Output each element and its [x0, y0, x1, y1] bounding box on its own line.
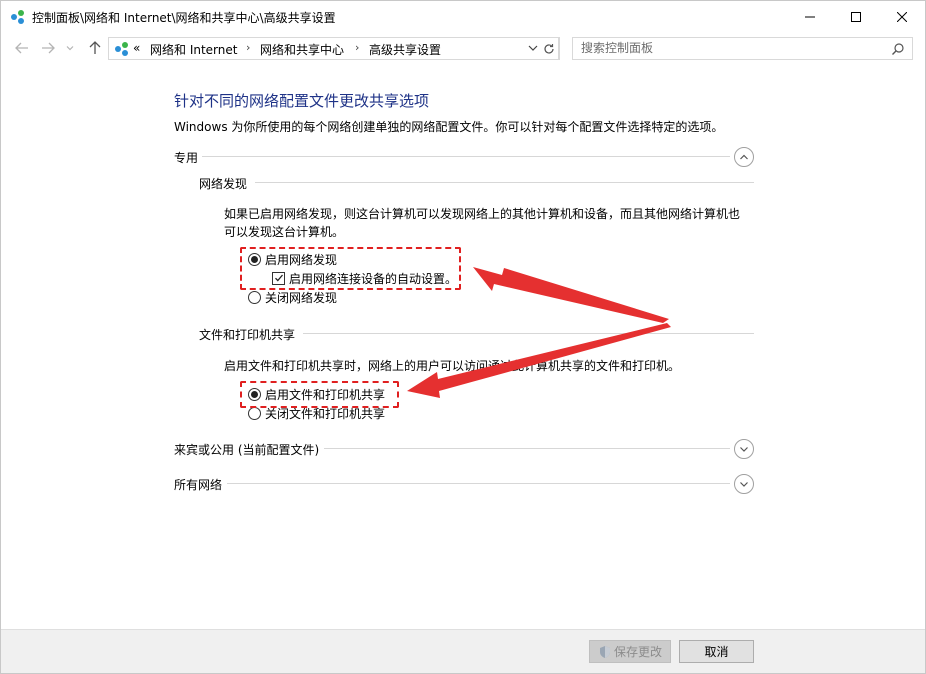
chevron-up-icon	[740, 154, 748, 160]
turn-off-network-discovery-radio[interactable]: 关闭网络发现	[248, 289, 337, 305]
annotation-highlight-box	[240, 247, 461, 290]
advanced-sharing-window: 控制面板\网络和 Internet\网络和共享中心\高级共享设置 « 网络和 I…	[0, 0, 926, 674]
radio-label[interactable]: 关闭网络发现	[265, 289, 337, 306]
back-button[interactable]	[13, 39, 31, 57]
breadcrumb-item[interactable]: 高级共享设置	[369, 41, 441, 58]
close-icon	[897, 11, 907, 22]
breadcrumb-separator[interactable]: ›	[246, 41, 250, 54]
network-discovery-description-line1: 如果已启用网络发现，则这台计算机可以发现网络上的其他计算机和设备，而且其他网络计…	[224, 207, 741, 221]
footer-bar: 保存更改 取消	[1, 629, 925, 673]
chevron-down-icon	[740, 447, 748, 452]
divider	[202, 156, 730, 157]
annotation-arrows	[407, 267, 671, 398]
save-changes-button[interactable]: 保存更改	[589, 640, 671, 663]
chevron-down-icon[interactable]	[526, 41, 540, 55]
recent-locations-button[interactable]	[64, 39, 76, 57]
profile-header-guest-public[interactable]: 来宾或公用 (当前配置文件)	[174, 441, 319, 458]
maximize-icon	[851, 11, 861, 22]
maximize-button[interactable]	[833, 1, 879, 32]
collapse-private-button[interactable]	[734, 147, 754, 167]
arrow-left-icon	[15, 42, 28, 54]
file-printer-sharing-heading: 文件和打印机共享	[199, 328, 296, 342]
search-input[interactable]	[581, 41, 881, 55]
profile-header-all-networks[interactable]: 所有网络	[174, 476, 222, 493]
minimize-icon	[805, 16, 815, 17]
page-description: Windows 为你所使用的每个网络创建单独的网络配置文件。你可以针对每个配置文…	[174, 120, 724, 134]
radio-unselected[interactable]	[248, 406, 261, 420]
arrow-up-icon	[89, 41, 101, 54]
breadcrumb-separator[interactable]: ›	[355, 41, 359, 54]
refresh-button[interactable]	[539, 37, 559, 60]
page-title: 针对不同的网络配置文件更改共享选项	[174, 92, 430, 110]
expand-guest-public-button[interactable]	[734, 439, 754, 459]
title-bar: 控制面板\网络和 Internet\网络和共享中心\高级共享设置	[1, 1, 925, 32]
forward-button[interactable]	[39, 39, 57, 57]
chevron-down-icon	[66, 46, 74, 51]
network-icon	[11, 10, 24, 24]
window-title: 控制面板\网络和 Internet\网络和共享中心\高级共享设置	[32, 11, 336, 25]
search-box[interactable]	[572, 37, 913, 60]
breadcrumb-overflow[interactable]: «	[133, 41, 140, 55]
divider	[227, 483, 730, 484]
breadcrumb-item[interactable]: 网络和 Internet	[150, 41, 237, 58]
save-changes-label: 保存更改	[613, 645, 662, 659]
annotation-arrow	[473, 267, 669, 323]
address-bar[interactable]: « 网络和 Internet › 网络和共享中心 › 高级共享设置	[108, 37, 560, 60]
network-icon	[115, 42, 128, 56]
search-icon[interactable]	[891, 42, 905, 56]
network-discovery-description-line2: 可以发现这台计算机。	[224, 225, 345, 239]
divider	[303, 333, 754, 334]
chevron-down-icon	[740, 482, 748, 487]
file-printer-sharing-description: 启用文件和打印机共享时，网络上的用户可以访问通过此计算机共享的文件和打印机。	[224, 359, 681, 373]
up-button[interactable]	[86, 39, 104, 57]
navigation-bar: « 网络和 Internet › 网络和共享中心 › 高级共享设置	[1, 33, 925, 63]
expand-all-networks-button[interactable]	[734, 474, 754, 494]
main-content: 针对不同的网络配置文件更改共享选项 Windows 为你所使用的每个网络创建单独…	[1, 65, 925, 629]
minimize-button[interactable]	[787, 1, 833, 32]
divider	[255, 182, 754, 183]
radio-unselected[interactable]	[248, 290, 261, 304]
annotation-highlight-box	[240, 381, 399, 408]
arrow-right-icon	[42, 42, 55, 54]
profile-header-private[interactable]: 专用	[174, 149, 198, 166]
cancel-button[interactable]: 取消	[679, 640, 754, 663]
network-discovery-heading: 网络发现	[199, 177, 248, 191]
refresh-icon	[543, 43, 554, 54]
shield-icon	[599, 645, 610, 658]
breadcrumb-item[interactable]: 网络和共享中心	[260, 41, 344, 58]
divider	[324, 448, 730, 449]
close-button[interactable]	[879, 1, 925, 32]
